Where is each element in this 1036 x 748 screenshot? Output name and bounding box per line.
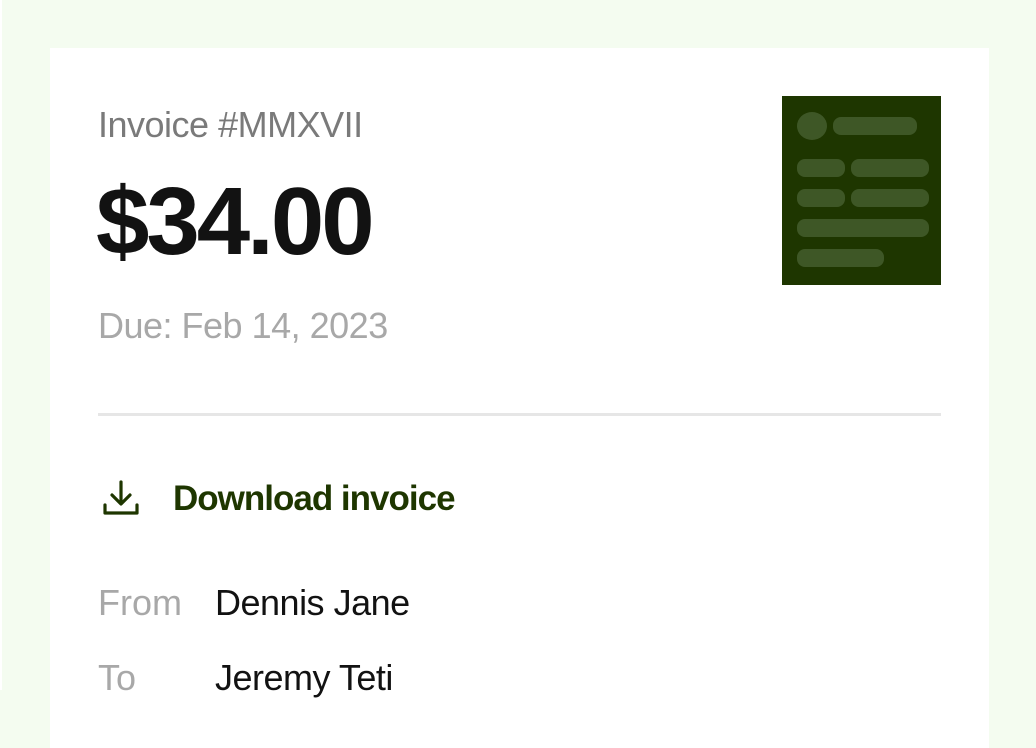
download-invoice-button[interactable]: Download invoice (98, 476, 456, 522)
to-label: To (98, 657, 137, 698)
page-edge (0, 0, 2, 690)
thumbnail-line (797, 219, 929, 237)
invoice-amount: $34.00 (96, 168, 375, 275)
invoice-thumbnail (782, 96, 941, 285)
from-value: Dennis Jane (215, 582, 410, 623)
thumbnail-line (833, 117, 917, 135)
thumbnail-line (851, 159, 929, 177)
invoice-number: Invoice #MMXVII (98, 104, 363, 145)
divider (98, 413, 941, 416)
thumbnail-line (797, 159, 845, 177)
from-label: From (98, 582, 182, 623)
thumbnail-line (797, 249, 884, 267)
invoice-card: Invoice #MMXVII $34.00 Due: Feb 14, 2023… (50, 48, 989, 748)
thumbnail-line (851, 189, 929, 207)
thumbnail-line (797, 189, 845, 207)
download-invoice-label: Download invoice (173, 479, 456, 518)
download-icon (98, 476, 144, 522)
to-value: Jeremy Teti (215, 657, 393, 698)
thumbnail-avatar-shape (797, 112, 827, 140)
due-date: Due: Feb 14, 2023 (98, 305, 388, 346)
